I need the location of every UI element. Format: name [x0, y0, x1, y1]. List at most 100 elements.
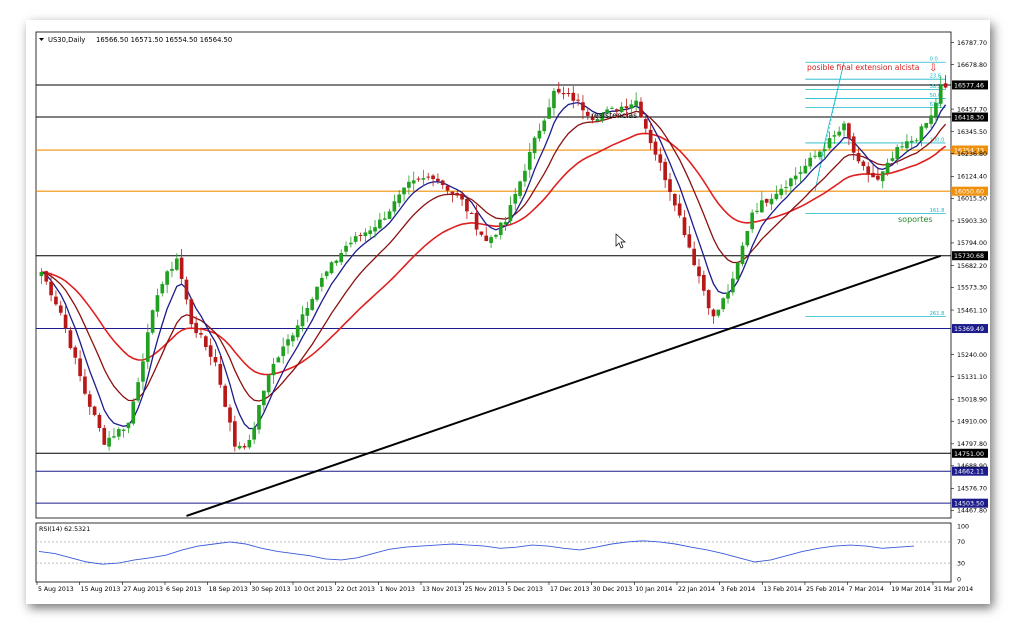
time-tick-label: 5 Dec 2013 — [507, 586, 543, 593]
time-tick-label: 17 Dec 2013 — [550, 586, 590, 593]
candle-body — [900, 146, 904, 148]
candle-body — [643, 119, 648, 129]
candle-body — [87, 394, 92, 407]
rsi-axis-label: 100 — [957, 523, 969, 530]
candle-body — [769, 198, 774, 205]
candle-body — [750, 212, 755, 230]
candle-body — [295, 325, 300, 338]
candle-body — [740, 245, 745, 264]
candle-body — [571, 92, 576, 101]
price-tick-label: 16678.80 — [957, 62, 987, 69]
level-price-label: 14751.00 — [954, 451, 984, 458]
candle-body — [189, 299, 194, 325]
candle-body — [126, 422, 131, 429]
candle-body — [808, 157, 813, 167]
candle-body — [368, 230, 373, 235]
candle-body — [58, 305, 63, 313]
candle-body — [247, 439, 252, 448]
candle-body — [382, 218, 387, 220]
candle-body — [798, 172, 803, 174]
candle-body — [315, 286, 319, 300]
candle-body — [160, 284, 165, 294]
candle-body — [300, 314, 305, 327]
candle-body — [494, 234, 498, 237]
candle-body — [905, 141, 909, 149]
candle-body — [745, 230, 750, 246]
candle-body — [194, 322, 198, 334]
candle-body — [523, 170, 527, 182]
chart-frame — [35, 31, 952, 583]
price-tick-label: 16236.80 — [957, 151, 987, 158]
price-tick-label: 15461.10 — [957, 307, 987, 314]
candle-body — [639, 101, 643, 118]
candle-body — [629, 104, 634, 109]
candle-body — [576, 99, 580, 101]
price-tick-label: 14688.90 — [957, 463, 987, 470]
candle-body — [102, 427, 107, 445]
time-tick-label: 25 Feb 2014 — [806, 586, 845, 593]
candle-body — [310, 299, 315, 310]
price-tick-label: 14467.80 — [957, 508, 987, 515]
price-tick-label: 15903.30 — [957, 218, 987, 225]
candle-body — [83, 376, 87, 394]
candle-body — [252, 427, 256, 440]
candle-body — [789, 178, 793, 187]
candle-body — [266, 374, 271, 393]
candlesticks — [39, 74, 948, 452]
candle-body — [440, 180, 445, 186]
time-tick-label: 27 Aug 2013 — [123, 586, 163, 593]
candle-body — [378, 219, 382, 229]
candle-body — [513, 193, 518, 204]
time-tick-label: 30 Sep 2013 — [251, 586, 290, 593]
price-tick-label: 14910.00 — [957, 419, 987, 426]
candle-body — [320, 277, 324, 287]
candle-body — [489, 237, 493, 243]
candle-body — [465, 198, 469, 212]
candle-body — [784, 187, 788, 189]
candle-body — [203, 336, 208, 348]
candle-body — [276, 357, 281, 363]
candle-body — [39, 272, 44, 277]
candle-body — [436, 178, 440, 181]
candle-body — [827, 138, 832, 149]
candle-body — [518, 181, 522, 196]
candle-body — [880, 171, 885, 182]
candle-body — [150, 310, 155, 333]
level-price-label: 16418.30 — [954, 115, 984, 122]
candle-body — [837, 131, 842, 136]
time-tick-label: 13 Nov 2013 — [422, 586, 462, 593]
candle-body — [445, 185, 450, 191]
candle-body — [334, 260, 339, 263]
candle-body — [924, 122, 929, 128]
candle-body — [634, 100, 638, 106]
candle-body — [561, 93, 566, 95]
candle-body — [416, 178, 421, 180]
candle-body — [566, 92, 571, 95]
price-tick-label: 16124.40 — [957, 174, 987, 181]
candle-body — [112, 436, 116, 438]
candle-body — [885, 162, 890, 174]
chart-canvas[interactable]: 0.023.638.250.061.8100.0161.8261.8 16577… — [26, 20, 990, 604]
price-tick-label: 15794.00 — [957, 240, 987, 247]
candle-body — [349, 242, 353, 245]
price-axis: 16577.4616418.3016254.7316050.6015730.68… — [951, 40, 988, 515]
down-arrow-icon: ⇩ — [929, 63, 937, 74]
candle-body — [431, 175, 435, 180]
candle-body — [344, 245, 348, 252]
candle-body — [223, 385, 227, 407]
extension-note-label: posible final extension alcista — [807, 63, 919, 72]
time-tick-label: 25 Nov 2013 — [465, 586, 505, 593]
candle-body — [716, 309, 721, 316]
fib-level-label: 161.8 — [930, 208, 945, 214]
candle-body — [92, 406, 97, 415]
candle-body — [116, 429, 121, 437]
time-tick-label: 10 Jan 2014 — [635, 586, 672, 593]
candle-body — [237, 445, 242, 449]
candle-body — [929, 115, 933, 124]
time-tick-label: 15 Aug 2013 — [81, 586, 121, 593]
resistances-label: resistencias — [591, 111, 637, 120]
candle-body — [271, 363, 276, 376]
candle-body — [165, 271, 169, 285]
candle-body — [542, 120, 547, 132]
candle-body — [131, 401, 136, 424]
